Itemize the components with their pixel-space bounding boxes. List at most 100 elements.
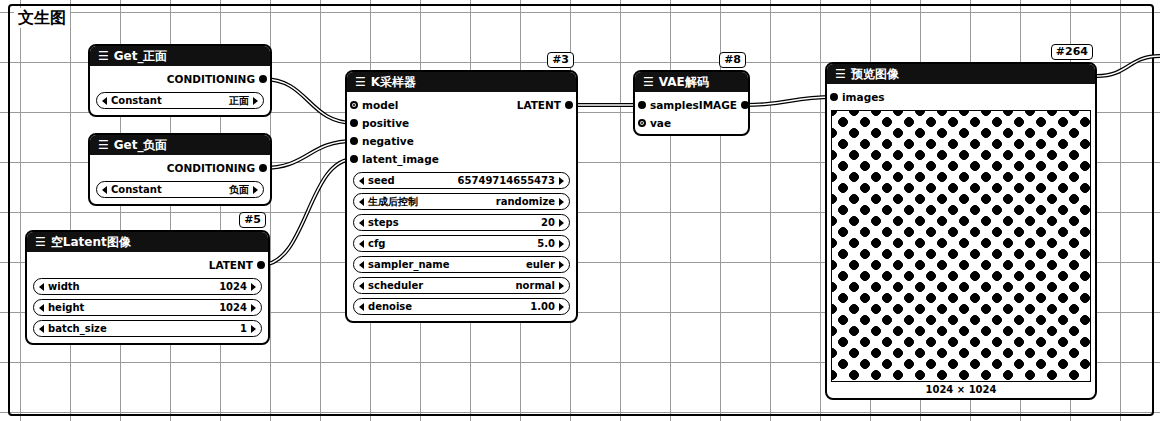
menu-icon: ☰	[355, 75, 366, 89]
node[interactable]: ☰预览图像#264images1024 × 1024	[825, 62, 1097, 400]
decrement-arrow-icon[interactable]	[359, 240, 364, 248]
node[interactable]: ☰Get_负面 CONDITIONING Constant负面	[88, 133, 272, 206]
output-dot[interactable]	[257, 261, 265, 269]
widget[interactable]: 生成后控制randomize	[353, 193, 570, 210]
widget[interactable]: steps20	[353, 214, 570, 231]
node-header[interactable]: ☰Get_负面	[90, 135, 270, 155]
output-name: LATENT	[209, 259, 253, 271]
widget[interactable]: seed65749714655473	[353, 172, 570, 189]
widget[interactable]: Constant负面	[96, 181, 264, 198]
output-dot[interactable]	[565, 101, 573, 109]
node[interactable]: ☰K采样器#3modelLATENTpositivenegativelatent…	[345, 70, 578, 323]
input-slot[interactable]: model	[347, 99, 398, 111]
link	[261, 159, 354, 265]
widget-name: 生成后控制	[368, 195, 492, 209]
decrement-arrow-icon[interactable]	[39, 283, 44, 291]
output-name: IMAGE	[699, 99, 737, 111]
increment-arrow-icon[interactable]	[559, 240, 564, 248]
output-slot[interactable]: CONDITIONING	[167, 162, 270, 174]
output-dot[interactable]	[741, 101, 749, 109]
input-dot[interactable]	[638, 119, 646, 127]
image-size: 1024 × 1024	[827, 382, 1095, 398]
widgets: Constant正面	[90, 90, 270, 115]
input-dot[interactable]	[830, 93, 838, 101]
increment-arrow-icon[interactable]	[559, 282, 564, 290]
slot-row: vae	[635, 114, 748, 132]
increment-arrow-icon[interactable]	[559, 303, 564, 311]
node-badge: #264	[1051, 44, 1093, 60]
input-slot[interactable]: negative	[347, 135, 414, 147]
increment-arrow-icon[interactable]	[559, 219, 564, 227]
input-dot[interactable]	[350, 155, 358, 163]
increment-arrow-icon[interactable]	[251, 283, 256, 291]
increment-arrow-icon[interactable]	[251, 304, 256, 312]
widget-value: 1.00	[530, 301, 555, 312]
node[interactable]: ☰空Latent图像#5LATENTwidth1024height1024bat…	[25, 230, 270, 345]
link	[263, 141, 354, 168]
link	[1097, 56, 1160, 76]
widget-value: 1024	[219, 302, 247, 313]
node[interactable]: ☰VAE解码#8samplesIMAGEvae	[633, 70, 750, 136]
input-slot[interactable]: images	[827, 91, 885, 103]
input-name: latent_image	[362, 153, 439, 165]
preview-image	[831, 110, 1091, 382]
input-dot[interactable]	[638, 101, 646, 109]
node-header[interactable]: ☰Get_正面	[90, 46, 270, 66]
widget[interactable]: width1024	[33, 278, 262, 295]
widget[interactable]: cfg5.0	[353, 235, 570, 252]
decrement-arrow-icon[interactable]	[359, 282, 364, 290]
output-dot[interactable]	[259, 75, 267, 83]
input-dot[interactable]	[350, 101, 358, 109]
decrement-arrow-icon[interactable]	[359, 177, 364, 185]
input-slot[interactable]: samples	[635, 99, 699, 111]
output-dot[interactable]	[259, 164, 267, 172]
node-header[interactable]: ☰空Latent图像	[27, 232, 268, 252]
output-name: CONDITIONING	[167, 73, 255, 85]
increment-arrow-icon[interactable]	[559, 198, 564, 206]
widget[interactable]: batch_size1	[33, 320, 262, 337]
widget-value: 65749714655473	[458, 175, 555, 186]
output-slot[interactable]: LATENT	[517, 99, 576, 111]
widget[interactable]: sampler_nameeuler	[353, 256, 570, 273]
decrement-arrow-icon[interactable]	[359, 198, 364, 206]
widget[interactable]: Constant正面	[96, 92, 264, 109]
increment-arrow-icon[interactable]	[251, 325, 256, 333]
decrement-arrow-icon[interactable]	[102, 97, 107, 105]
decrement-arrow-icon[interactable]	[359, 219, 364, 227]
node[interactable]: ☰Get_正面 CONDITIONING Constant正面	[88, 44, 272, 117]
input-name: vae	[650, 117, 671, 129]
node-header[interactable]: ☰VAE解码	[635, 72, 748, 92]
node-header[interactable]: ☰预览图像	[827, 64, 1095, 84]
decrement-arrow-icon[interactable]	[102, 186, 107, 194]
graph-canvas[interactable]: 文生图☰Get_正面CONDITIONINGConstant正面☰Get_负面C…	[0, 0, 1160, 421]
input-slot[interactable]: positive	[347, 117, 409, 129]
decrement-arrow-icon[interactable]	[39, 325, 44, 333]
decrement-arrow-icon[interactable]	[39, 304, 44, 312]
input-slot[interactable]: vae	[635, 117, 671, 129]
widget-name: Constant	[111, 95, 225, 106]
output-slot[interactable]: IMAGE	[699, 99, 752, 111]
widget-name: batch_size	[48, 323, 236, 334]
decrement-arrow-icon[interactable]	[359, 303, 364, 311]
link	[263, 141, 354, 168]
widget[interactable]: height1024	[33, 299, 262, 316]
increment-arrow-icon[interactable]	[559, 261, 564, 269]
output-slot[interactable]: LATENT	[209, 259, 268, 271]
link	[569, 104, 642, 106]
input-dot[interactable]	[350, 137, 358, 145]
increment-arrow-icon[interactable]	[253, 97, 258, 105]
decrement-arrow-icon[interactable]	[359, 261, 364, 269]
menu-icon: ☰	[835, 67, 846, 81]
node-header[interactable]: ☰K采样器	[347, 72, 576, 92]
slot-row: latent_image	[347, 150, 576, 168]
input-dot[interactable]	[350, 119, 358, 127]
node-title: 空Latent图像	[51, 234, 131, 251]
input-slot[interactable]: latent_image	[347, 153, 439, 165]
widget[interactable]: schedulernormal	[353, 277, 570, 294]
increment-arrow-icon[interactable]	[253, 186, 258, 194]
slot-row: samplesIMAGE	[635, 96, 748, 114]
widget-name: width	[48, 281, 215, 292]
increment-arrow-icon[interactable]	[559, 177, 564, 185]
widget[interactable]: denoise1.00	[353, 298, 570, 315]
output-slot[interactable]: CONDITIONING	[167, 73, 270, 85]
